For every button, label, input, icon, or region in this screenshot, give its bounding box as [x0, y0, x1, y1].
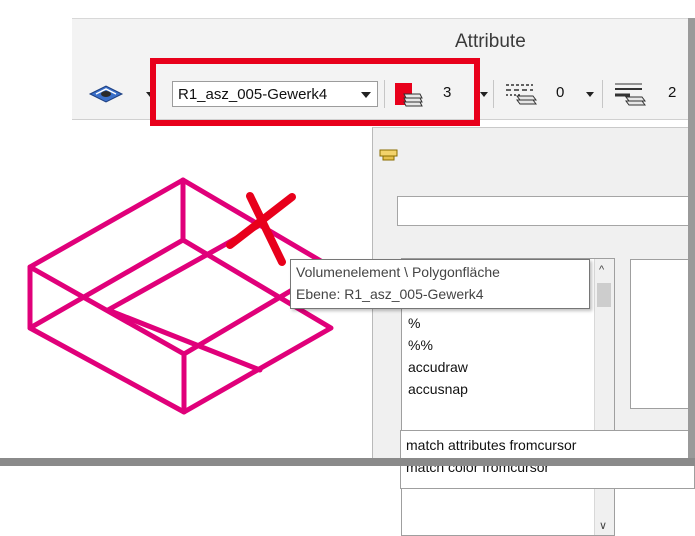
chevron-down-icon[interactable] — [480, 92, 488, 97]
highlight-frame — [150, 58, 480, 126]
linestyle-value: 0 — [556, 84, 565, 101]
list-item[interactable]: %% — [408, 337, 433, 353]
active-level-icon[interactable] — [88, 82, 124, 109]
window-bottom-edge — [0, 458, 695, 466]
separator — [602, 80, 603, 108]
scroll-up-icon[interactable]: ^ — [599, 264, 604, 276]
window-edge — [688, 18, 695, 466]
list-scrollbar[interactable]: ^ ∨ — [594, 259, 614, 535]
element-tooltip: Volumenelement \ Polygonfläche Ebene: R1… — [290, 259, 590, 309]
linestyle-icon[interactable] — [503, 80, 539, 113]
key-in-icon[interactable] — [379, 148, 399, 167]
cursor-x-icon — [226, 192, 296, 266]
key-in-input[interactable] — [397, 196, 695, 226]
list-item[interactable]: % — [408, 315, 420, 331]
lineweight-value: 2 — [668, 84, 677, 101]
separator — [493, 80, 494, 108]
list-item[interactable]: match attributes fromcursor — [406, 437, 576, 453]
lineweight-icon[interactable] — [612, 80, 648, 113]
key-in-detail-box — [630, 259, 695, 409]
list-item[interactable]: accudraw — [408, 359, 468, 375]
chevron-down-icon[interactable] — [586, 92, 594, 97]
scroll-thumb[interactable] — [597, 283, 611, 307]
ribbon-group-title: Attribute — [455, 31, 526, 52]
list-item[interactable]: accusnap — [408, 381, 468, 397]
volume-element[interactable] — [27, 177, 334, 415]
scroll-down-icon[interactable]: ∨ — [599, 519, 607, 532]
bottom-face — [27, 237, 334, 415]
tooltip-level: Ebene: R1_asz_005-Gewerk4 — [296, 286, 484, 302]
tooltip-element-type: Volumenelement \ Polygonfläche — [296, 264, 500, 280]
